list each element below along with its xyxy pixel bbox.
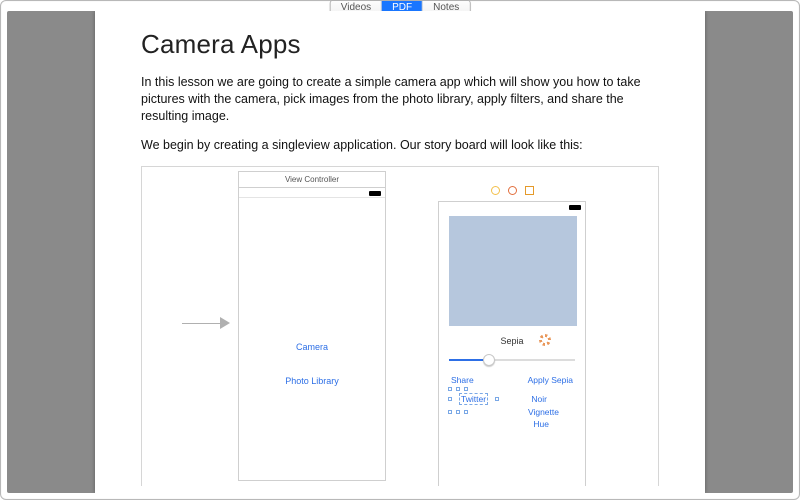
first-responder-icon (508, 186, 517, 195)
battery-icon (569, 205, 581, 210)
view-controller-2: Sepia Share Apply Sepia (438, 201, 586, 486)
twitter-button: Twitter (459, 393, 488, 405)
selection-handle-icon (456, 410, 460, 414)
selection-handle-icon (464, 387, 468, 391)
vc1-statusbar (239, 188, 385, 198)
filter-name-label: Sepia (439, 336, 585, 346)
page-title: Camera Apps (141, 29, 659, 60)
pdf-page: Camera Apps In this lesson we are going … (95, 11, 705, 493)
battery-icon (369, 191, 381, 196)
storyboard-figure: View Controller Camera Photo Library (141, 166, 659, 486)
selection-handle-icon (448, 397, 452, 401)
intro-paragraph: In this lesson we are going to create a … (141, 74, 659, 125)
pdf-viewer[interactable]: Camera Apps In this lesson we are going … (7, 11, 793, 493)
share-button: Share (451, 375, 474, 385)
filter-action-grid: Share Apply Sepia Twitter (439, 374, 585, 430)
view-controller-1: View Controller Camera Photo Library (238, 171, 386, 481)
vc1-title: View Controller (239, 172, 385, 188)
lead-in-paragraph: We begin by creating a singleview applic… (141, 137, 659, 154)
segue-arrow-icon (182, 317, 230, 329)
activity-indicator-icon (539, 334, 551, 346)
intensity-slider (449, 354, 575, 366)
apply-sepia-button: Apply Sepia (528, 375, 573, 385)
noir-button: Noir (531, 394, 547, 404)
app-window: Videos PDF Notes Camera Apps In this les… (0, 0, 800, 500)
scene-dot-icon (491, 186, 500, 195)
photo-library-button: Photo Library (239, 376, 385, 386)
selection-handle-icon (464, 410, 468, 414)
selection-handle-icon (456, 387, 460, 391)
selection-handle-icon (495, 397, 499, 401)
vc2-statusbar (439, 202, 585, 212)
vignette-button: Vignette (528, 407, 559, 417)
hue-button: Hue (533, 419, 549, 429)
camera-button: Camera (239, 342, 385, 352)
exit-icon (525, 186, 534, 195)
selection-handle-icon (448, 410, 452, 414)
selection-handle-icon (448, 387, 452, 391)
vc2-scene-toolbar (438, 183, 586, 199)
image-view-placeholder (449, 216, 577, 326)
